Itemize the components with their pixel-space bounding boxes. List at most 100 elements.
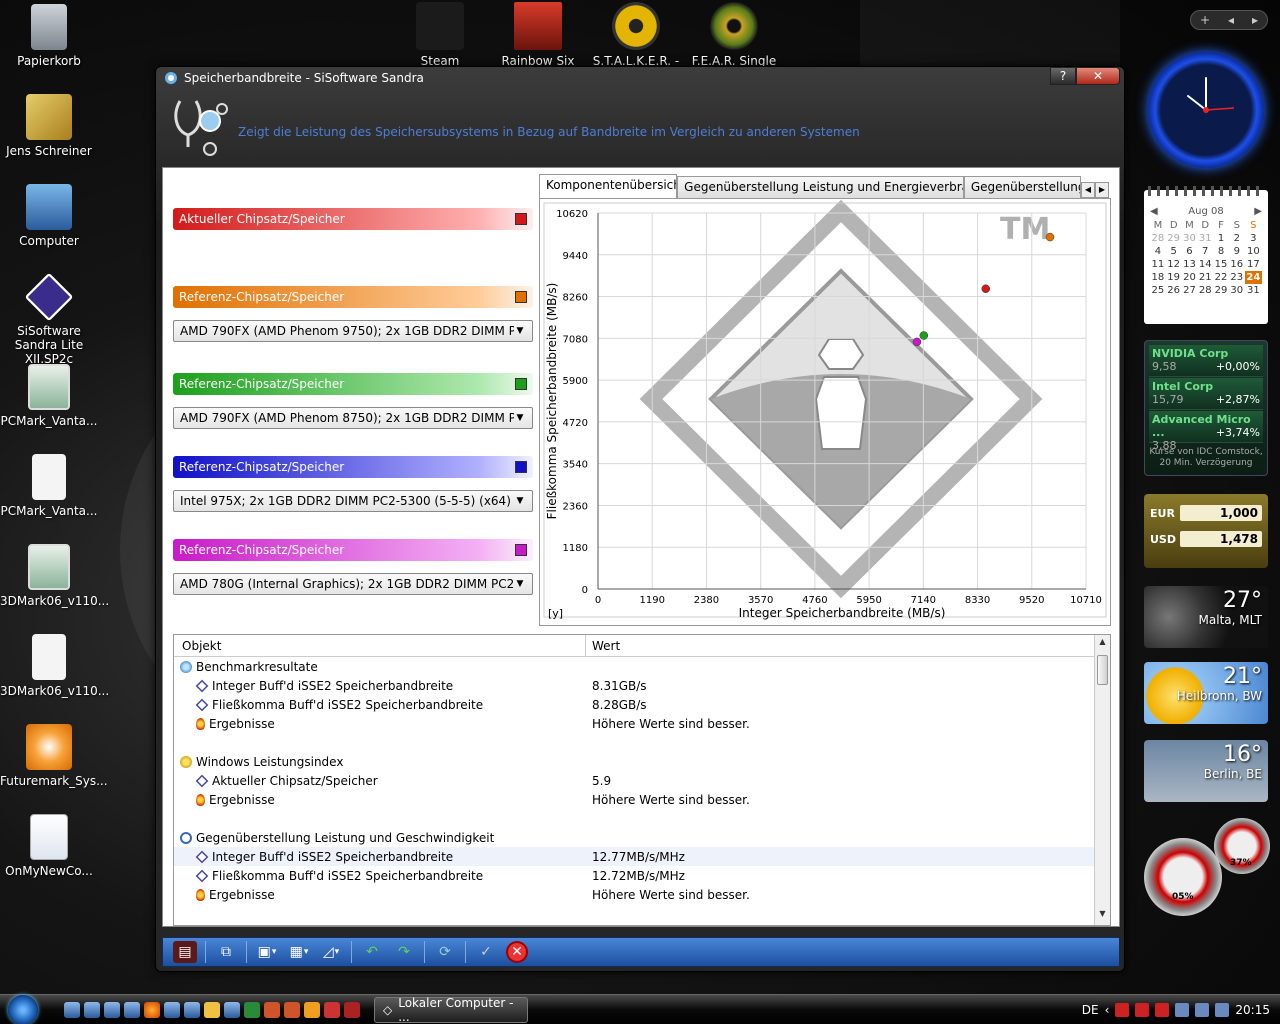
calendar-day[interactable]: 1 [1213, 232, 1229, 245]
weather-gadget-heilbronn[interactable]: 21° Heilbronn, BW [1144, 662, 1268, 724]
calendar-day[interactable]: 27 [1182, 284, 1198, 297]
currency-code[interactable]: USD [1150, 533, 1180, 546]
legend-swatch[interactable] [515, 544, 527, 556]
group-row[interactable]: Windows Leistungsindex [174, 752, 1110, 771]
switch-windows-icon[interactable] [84, 1001, 100, 1018]
volume-icon[interactable] [1195, 1003, 1210, 1017]
desktop-icon-pcmark-1[interactable]: PCMark_Vanta... [0, 364, 98, 428]
desktop-icon-onmynewco[interactable]: OnMyNewCo... [0, 814, 98, 878]
calendar-day[interactable]: 3 [1245, 232, 1262, 245]
previous-icon[interactable]: ◂ [1228, 13, 1234, 27]
group-row[interactable]: Benchmarkresultate [174, 657, 1110, 676]
calendar-day[interactable]: 15 [1213, 258, 1229, 271]
network-icon[interactable] [1175, 1003, 1190, 1017]
desktop-icon-pcmark-2[interactable]: PCMark_Vanta... [0, 454, 98, 518]
quick-launch-icon[interactable] [164, 1001, 180, 1018]
desktop-icon-stalker[interactable]: S.T.A.L.K.E.R. - [588, 2, 684, 68]
legend-swatch[interactable] [515, 378, 527, 390]
calendar-day[interactable]: 6 [1182, 245, 1198, 258]
desktop-icon-3dmark-1[interactable]: 3DMark06_v110... [0, 544, 109, 608]
ati-tray-icon[interactable] [1115, 1003, 1130, 1017]
calendar-day[interactable]: 14 [1197, 258, 1213, 271]
refresh-icon[interactable]: ⟳ [433, 941, 457, 963]
calendar-day[interactable]: 22 [1213, 271, 1229, 284]
tray-expand-icon[interactable]: ‹ [1105, 1003, 1110, 1017]
chart-icon[interactable]: ◿ [319, 941, 343, 963]
stock-row[interactable]: NVIDIA Corp 9,58 +0,00% [1149, 345, 1263, 377]
desktop-icon-computer[interactable]: Computer [0, 184, 98, 248]
column-header-object[interactable]: Objekt [174, 635, 586, 656]
desktop-icon-user-folder[interactable]: Jens Schreiner [0, 94, 98, 158]
tray-icon[interactable] [1215, 1003, 1230, 1017]
currency-value[interactable]: 1,478 [1180, 531, 1262, 547]
calendar-day[interactable]: 29 [1166, 232, 1182, 245]
excel-icon[interactable] [244, 1001, 260, 1018]
table-row[interactable]: Ergebnisse Höhere Werte sind besser. [174, 714, 1110, 733]
table-row[interactable]: Integer Buff'd iSSE2 Speicherbandbreite … [174, 676, 1110, 695]
table-row[interactable]: Fließkomma Buff'd iSSE2 Speicherbandbrei… [174, 866, 1110, 885]
quick-launch-icon[interactable] [344, 1001, 360, 1018]
quick-launch-icon[interactable] [324, 1001, 340, 1018]
group-row[interactable]: Gegenüberstellung Leistung und Geschwind… [174, 828, 1110, 847]
table-row[interactable]: Ergebnisse Höhere Werte sind besser. [174, 885, 1110, 904]
tab-leistung-geschwindigkeit[interactable]: Gegenüberstellung Le [963, 176, 1081, 198]
calendar-day[interactable]: 31 [1197, 232, 1213, 245]
calendar-day[interactable]: 29 [1213, 284, 1229, 297]
scroll-down-icon[interactable]: ▼ [1095, 909, 1110, 923]
calendar-day[interactable]: 19 [1166, 271, 1182, 284]
stock-row[interactable]: Advanced Micro ... 3,88 +3,74% [1149, 411, 1263, 452]
ok-check-icon[interactable]: ✓ [474, 941, 498, 963]
clock-time[interactable]: 20:15 [1235, 1003, 1270, 1017]
firefox-icon[interactable] [144, 1001, 160, 1018]
back-icon[interactable]: ↶ [360, 941, 384, 963]
calendar-day[interactable]: 4 [1150, 245, 1166, 258]
reference-select-1[interactable]: AMD 790FX (AMD Phenom 9750); 2x 1GB DDR2… [173, 320, 533, 342]
show-desktop-icon[interactable] [64, 1001, 80, 1018]
calendar-day[interactable]: 12 [1166, 258, 1182, 271]
tab-komponentenuebersicht[interactable]: Komponentenübersicht [539, 174, 678, 198]
column-header-value[interactable]: Wert [586, 639, 620, 653]
calendar-day[interactable]: 18 [1150, 271, 1166, 284]
quick-launch-icon[interactable] [204, 1001, 220, 1018]
legend-swatch[interactable] [515, 291, 527, 303]
legend-swatch[interactable] [515, 461, 527, 473]
calendar-prev-icon[interactable]: ◀ [1150, 206, 1158, 217]
calendar-next-icon[interactable]: ▶ [1254, 206, 1262, 217]
tab-scroll-left-icon[interactable]: ◀ [1081, 182, 1095, 198]
reference-select-2[interactable]: AMD 790FX (AMD Phenom 8750); 2x 1GB DDR2… [173, 407, 533, 429]
close-button[interactable]: ✕ [1076, 67, 1120, 85]
desktop-icon-recycle-bin[interactable]: Papierkorb [0, 4, 98, 68]
start-button[interactable] [0, 994, 46, 1024]
save-icon[interactable]: ▣ [255, 941, 279, 963]
calendar-day[interactable]: 13 [1182, 258, 1198, 271]
legend-swatch[interactable] [515, 213, 527, 225]
desktop-icon-steam[interactable]: Steam [392, 2, 488, 68]
results-list[interactable]: Objekt Wert Benchmarkresultate Integer B… [173, 634, 1111, 926]
calendar-day[interactable]: 21 [1197, 271, 1213, 284]
add-gadget-icon[interactable]: + [1200, 13, 1210, 27]
calendar-day[interactable]: 16 [1229, 258, 1245, 271]
calendar-day[interactable]: 8 [1213, 245, 1229, 258]
calendar-day[interactable]: 26 [1166, 284, 1182, 297]
calendar-day[interactable]: 7 [1197, 245, 1213, 258]
calendar-day[interactable]: 31 [1245, 284, 1262, 297]
table-row[interactable]: Ergebnisse Höhere Werte sind besser. [174, 790, 1110, 809]
calendar-day[interactable]: 17 [1245, 258, 1262, 271]
scroll-up-icon[interactable]: ▲ [1095, 637, 1110, 651]
help-button[interactable]: ? [1050, 67, 1076, 85]
desktop-icon-3dmark-2[interactable]: 3DMark06_v110... [0, 634, 109, 698]
powerpoint-icon[interactable] [264, 1001, 280, 1018]
clock-gadget[interactable] [1148, 52, 1264, 168]
copy-icon[interactable]: ⧉ [214, 941, 238, 963]
cpu-meter-gadget[interactable]: 05% 37% [1144, 818, 1270, 916]
calendar-day[interactable]: 30 [1182, 232, 1198, 245]
calendar-day[interactable]: 28 [1197, 284, 1213, 297]
desktop-icon-sandra[interactable]: SiSoftware Sandra Lite XII.SP2c [0, 272, 98, 366]
desktop-icon-futuremark[interactable]: Futuremark_Sys... [0, 724, 108, 788]
weather-gadget-berlin[interactable]: 16° Berlin, BE [1144, 740, 1268, 802]
desktop-icon-rainbow-six[interactable]: Rainbow Six [490, 2, 586, 68]
calendar-day[interactable]: 5 [1166, 245, 1182, 258]
tab-scroll-right-icon[interactable]: ▶ [1095, 182, 1109, 198]
reference-select-3[interactable]: Intel 975X; 2x 1GB DDR2 DIMM PC2-5300 (5… [173, 490, 533, 512]
tray-icon[interactable] [1135, 1003, 1150, 1017]
